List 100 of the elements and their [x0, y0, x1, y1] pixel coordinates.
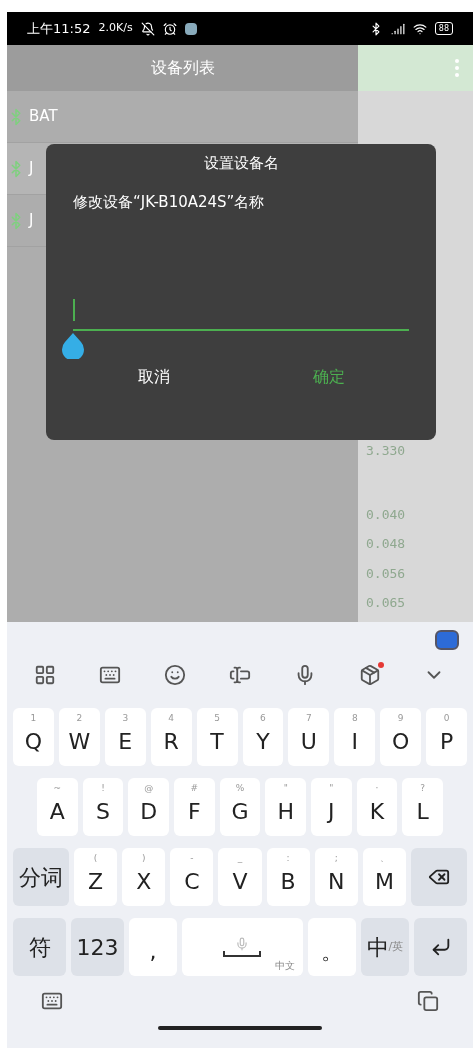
key[interactable]: ; N: [314, 848, 358, 906]
dialog-title: 设置设备名: [202, 153, 280, 174]
status-time: 上午11:52: [27, 19, 91, 38]
keyboard-icon[interactable]: [41, 990, 63, 1012]
cursor-icon[interactable]: [228, 664, 251, 686]
key-hint: 中文: [274, 959, 295, 973]
key-hint: _: [236, 852, 244, 865]
key[interactable]: · K: [356, 778, 398, 836]
key[interactable]: 1 Q: [13, 708, 54, 766]
key-hint: :: [285, 852, 291, 865]
key[interactable]: - C: [170, 848, 214, 906]
key-label: X: [136, 871, 152, 893]
key-hint: 、: [378, 852, 390, 865]
key[interactable]: : B: [266, 848, 310, 906]
key[interactable]: 2 W: [58, 708, 100, 766]
device-name: BAT: [29, 106, 58, 128]
key-label: Q: [24, 731, 43, 753]
cancel-button[interactable]: 取消: [117, 363, 190, 391]
key[interactable]: 8 I: [334, 708, 376, 766]
key-label: N: [328, 871, 345, 893]
key-hint: 7: [305, 712, 313, 725]
key-label: R: [163, 731, 179, 753]
dialog-message: 修改设备“JK-B10A24S”名称: [73, 191, 266, 213]
key-hint: @: [143, 782, 155, 795]
keyboard-icon[interactable]: [99, 664, 122, 686]
key-label: F: [188, 801, 201, 823]
key-label: D: [140, 801, 158, 823]
key-label: H: [277, 801, 294, 823]
key[interactable]: ,: [129, 918, 178, 976]
clipboard-icon[interactable]: [417, 990, 439, 1012]
key-hint: 3: [121, 712, 130, 725]
key[interactable]: # F: [174, 778, 215, 836]
key-label: L: [416, 801, 429, 823]
key-label: O: [392, 731, 410, 753]
key-hint: ;: [333, 852, 339, 865]
key[interactable]: 0 P: [426, 708, 468, 766]
device-name: J: [29, 158, 34, 180]
enter-key[interactable]: [414, 918, 467, 976]
alarm-icon: [162, 21, 177, 36]
network-speed: 2.0K/s: [98, 20, 133, 37]
backspace-key[interactable]: [410, 848, 467, 906]
key[interactable]: 7 U: [288, 708, 330, 766]
key[interactable]: " H: [265, 778, 307, 836]
key[interactable]: 符: [13, 918, 66, 976]
key-hint: 1: [29, 712, 38, 725]
key[interactable]: ) X: [122, 848, 166, 906]
key-hint: ": [328, 782, 335, 795]
key-label: ,: [149, 941, 157, 963]
header-title: 设备列表: [150, 57, 215, 79]
box-icon[interactable]: [358, 664, 381, 686]
key-hint: ~: [52, 782, 63, 795]
key-label: Z: [88, 871, 104, 893]
key[interactable]: 123: [71, 918, 124, 976]
key-hint: ": [282, 782, 289, 795]
reading-value: 3.330: [366, 442, 407, 460]
key-label: E: [118, 731, 133, 753]
key[interactable]: 6 Y: [242, 708, 284, 766]
emoji-icon[interactable]: [164, 664, 187, 686]
key[interactable]: @ D: [128, 778, 169, 836]
key-hint: /英: [388, 938, 404, 955]
key-label: I: [351, 731, 359, 753]
key-label: U: [300, 731, 317, 753]
name-input-field[interactable]: [73, 299, 409, 331]
apps-icon[interactable]: [34, 664, 57, 686]
app-icon: [184, 22, 197, 35]
key[interactable]: 3 E: [104, 708, 146, 766]
key[interactable]: ? L: [402, 778, 444, 836]
key[interactable]: 4 R: [150, 708, 192, 766]
battery-icon: 88: [434, 22, 453, 35]
key[interactable]: " J: [311, 778, 352, 836]
key-label: G: [231, 801, 249, 823]
key[interactable]: 分词: [13, 848, 70, 906]
key[interactable]: % G: [219, 778, 261, 836]
key-hint: (: [92, 852, 99, 865]
space-key[interactable]: 中文: [182, 918, 303, 976]
key-hint: 4: [167, 712, 176, 725]
key-label: 。: [320, 941, 343, 963]
key[interactable]: 。: [307, 918, 356, 976]
space-bar-icon: [223, 951, 262, 957]
key[interactable]: 5 T: [196, 708, 238, 766]
key-hint: %: [234, 782, 246, 795]
key[interactable]: _ V: [218, 848, 262, 906]
key-hint: ?: [419, 782, 427, 795]
key-label: C: [184, 871, 200, 893]
key-label: S: [96, 801, 110, 823]
text-cursor: [73, 299, 75, 321]
key[interactable]: 9 O: [380, 708, 422, 766]
key-hint: -: [189, 852, 195, 865]
key-label: T: [210, 731, 224, 753]
key[interactable]: 、 M: [362, 848, 406, 906]
selection-handle[interactable]: [62, 333, 84, 359]
key[interactable]: ! S: [82, 778, 124, 836]
key-hint: !: [100, 782, 106, 795]
mute-icon: [140, 21, 155, 36]
key-hint: 5: [213, 712, 221, 725]
key[interactable]: ( Z: [74, 848, 118, 906]
confirm-button[interactable]: 确定: [292, 363, 365, 391]
key[interactable]: ~ A: [37, 778, 78, 836]
key-hint: 0: [442, 712, 451, 725]
reading-value: 0.056: [366, 564, 407, 583]
